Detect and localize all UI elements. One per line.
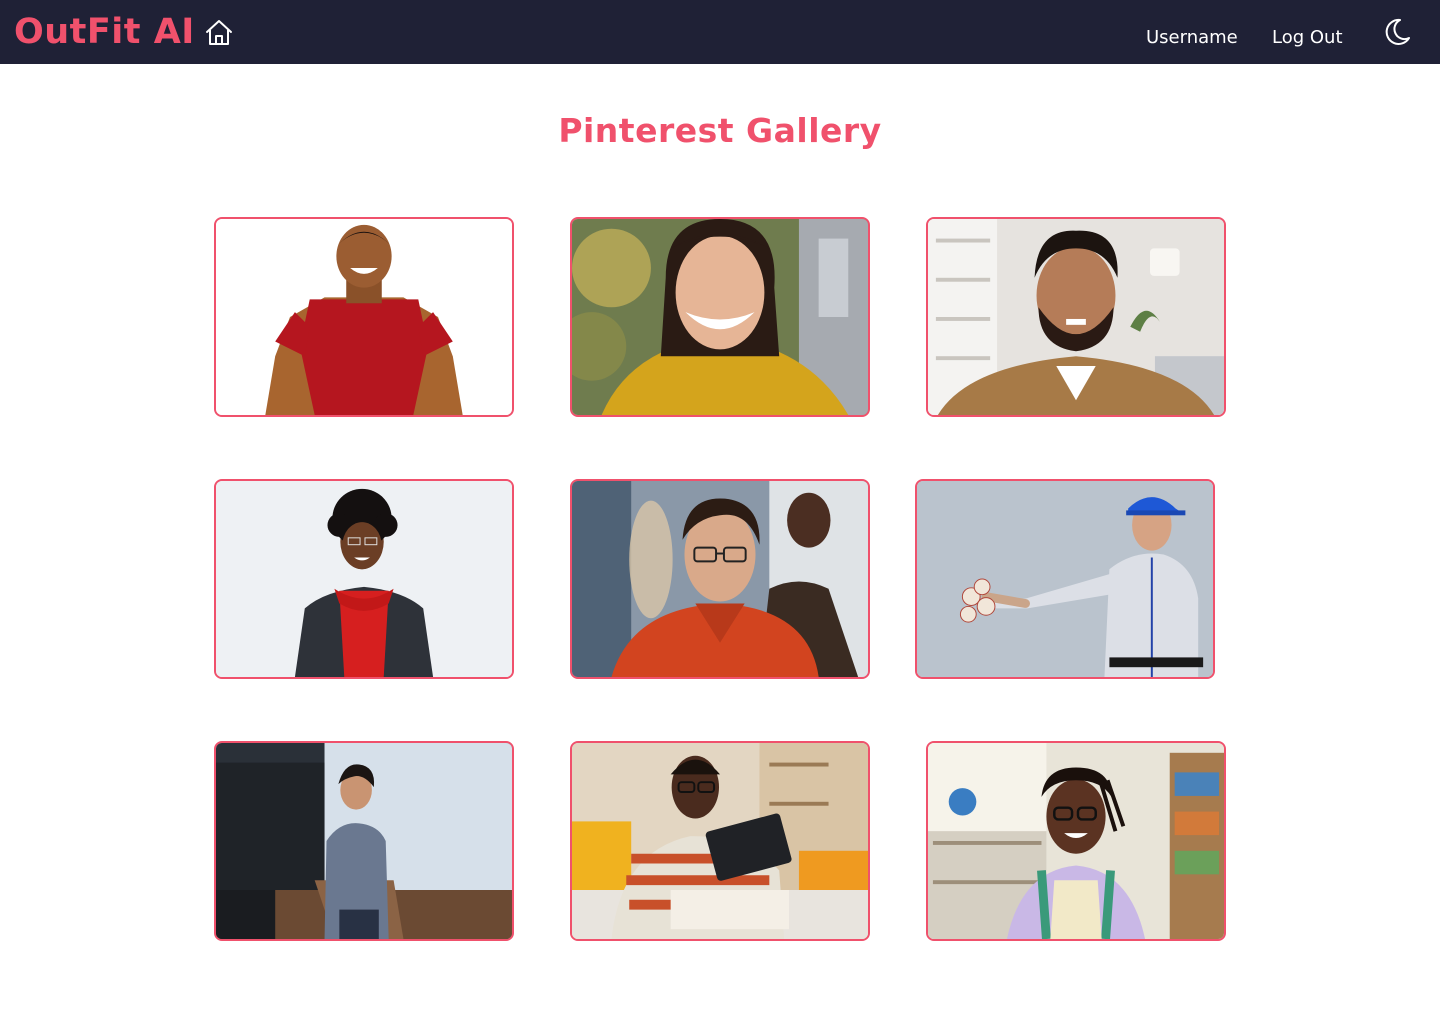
gallery-image-3[interactable] [926,217,1226,417]
gallery-image-4[interactable] [214,479,514,679]
home-icon[interactable] [202,16,236,50]
brand-logo[interactable]: OutFit AI [14,10,195,54]
gallery-image-1[interactable] [214,217,514,417]
gallery-image-2[interactable] [570,217,870,417]
gallery-image-5[interactable] [570,479,870,679]
gallery-image-8[interactable] [570,741,870,941]
moon-icon[interactable] [1380,16,1412,48]
username-link[interactable]: Username [1146,26,1238,50]
gallery-image-6[interactable] [915,479,1215,679]
gallery-image-9[interactable] [926,741,1226,941]
gallery-image-7[interactable] [214,741,514,941]
page-title: Pinterest Gallery [558,111,882,150]
top-navbar: OutFit AI Username Log Out [0,0,1440,64]
logout-link[interactable]: Log Out [1272,26,1343,50]
